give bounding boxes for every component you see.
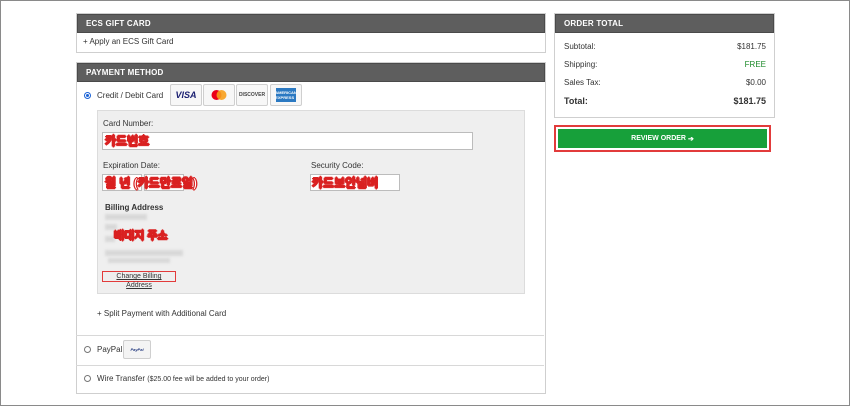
total-row: Total: $181.75 (564, 96, 766, 106)
billing-address-annotation: 배대지 주소 (114, 230, 168, 243)
order-total-panel: ORDER TOTAL Subtotal: $181.75 Shipping: FR… (554, 13, 775, 118)
expiration-annotation: 월 년 (카드만료일) (105, 176, 197, 191)
wire-transfer-radio[interactable] (84, 375, 91, 382)
mastercard-icon (203, 84, 235, 106)
arrow-right-icon: ➔ (687, 135, 694, 143)
divider (76, 335, 544, 336)
paypal-radio[interactable] (84, 346, 91, 353)
paypal-icon: PayPal (123, 340, 151, 359)
subtotal-row: Subtotal: $181.75 (564, 42, 766, 51)
review-order-button[interactable]: REVIEW ORDER ➔ (558, 129, 767, 148)
amex-icon: AMERICAN EXPRESS (270, 84, 302, 106)
billing-address-redacted (105, 250, 183, 256)
paypal-label: PayPal (97, 345, 123, 354)
card-number-annotation: 카드번호 (105, 134, 150, 149)
card-number-label: Card Number: (103, 119, 154, 128)
change-billing-address-link[interactable]: Change Billing Address (102, 271, 176, 289)
split-payment-link[interactable]: + Split Payment with Additional Card (97, 309, 226, 318)
apply-gift-card-link[interactable]: + Apply an ECS Gift Card (77, 33, 545, 50)
credit-card-radio[interactable] (84, 92, 91, 99)
review-order-highlight: REVIEW ORDER ➔ (554, 125, 771, 152)
card-number-input[interactable] (102, 132, 473, 150)
gift-card-panel: ECS GIFT CARD + Apply an ECS Gift Card (76, 13, 546, 53)
divider (76, 365, 544, 366)
order-total-header: ORDER TOTAL (555, 14, 774, 33)
expiration-label: Expiration Date: (103, 161, 160, 170)
visa-icon: VISA (170, 84, 202, 106)
wire-transfer-note: ($25.00 fee will be added to your order) (147, 376, 270, 383)
billing-address-redacted (108, 258, 170, 263)
billing-address-redacted (105, 214, 147, 220)
billing-address-label: Billing Address (105, 203, 164, 212)
payment-method-header: PAYMENT METHOD (77, 63, 545, 82)
wire-transfer-label: Wire Transfer ($25.00 fee will be added … (97, 374, 270, 383)
security-code-label: Security Code: (311, 161, 364, 170)
discover-icon: DISCOVER (236, 84, 268, 106)
security-code-annotation: 카드보안넘버 (312, 176, 379, 191)
credit-card-label: Credit / Debit Card (97, 91, 164, 100)
shipping-row: Shipping: FREE (564, 60, 766, 69)
sales-tax-row: Sales Tax: $0.00 (564, 78, 766, 87)
gift-card-header: ECS GIFT CARD (77, 14, 545, 33)
